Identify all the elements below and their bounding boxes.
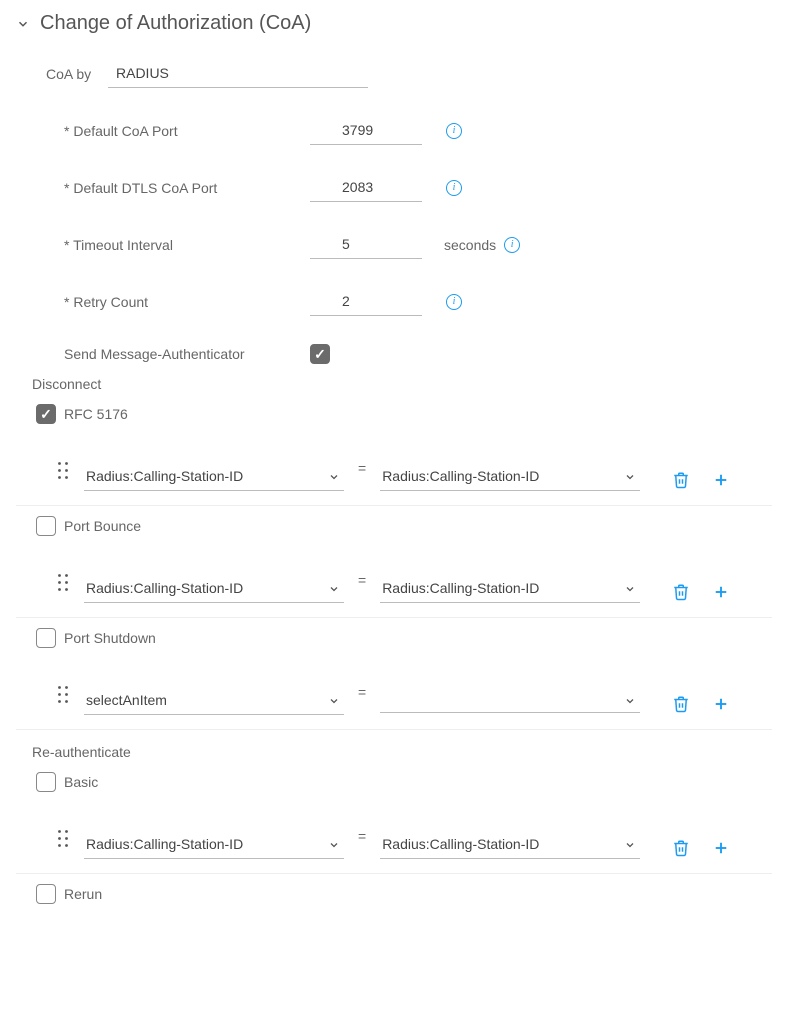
left-attribute-value: Radius:Calling-Station-ID <box>86 836 243 852</box>
chevron-down-icon <box>624 582 636 594</box>
section-header[interactable]: Change of Authorization (CoA) <box>16 12 772 35</box>
rfc5176-label: RFC 5176 <box>64 406 128 422</box>
rfc5176-checkbox[interactable] <box>36 404 56 424</box>
delete-button[interactable] <box>672 839 690 857</box>
equals-label: = <box>358 460 366 476</box>
info-icon[interactable]: i <box>446 180 462 196</box>
default-coa-port-row: * Default CoA Port i <box>16 116 772 145</box>
drag-handle-icon[interactable] <box>56 684 70 702</box>
right-attribute-value: Radius:Calling-Station-ID <box>382 836 539 852</box>
rerun-row: Rerun <box>16 884 772 904</box>
left-attribute-select[interactable]: selectAnItem <box>84 692 344 715</box>
port-bounce-label: Port Bounce <box>64 518 141 534</box>
retry-count-row: * Retry Count i <box>16 287 772 316</box>
disconnect-header: Disconnect <box>32 376 772 392</box>
add-button[interactable] <box>712 839 730 857</box>
equals-label: = <box>358 572 366 588</box>
default-coa-port-input[interactable] <box>310 116 422 145</box>
attribute-row: Radius:Calling-Station-ID = Radius:Calli… <box>16 434 772 506</box>
port-shutdown-checkbox[interactable] <box>36 628 56 648</box>
add-button[interactable] <box>712 583 730 601</box>
equals-label: = <box>358 828 366 844</box>
reauth-header: Re-authenticate <box>32 744 772 760</box>
chevron-down-icon <box>624 838 636 850</box>
send-msg-auth-checkbox[interactable] <box>310 344 330 364</box>
chevron-down-icon <box>16 17 30 31</box>
section-title: Change of Authorization (CoA) <box>40 12 311 35</box>
retry-count-input[interactable] <box>310 287 422 316</box>
delete-button[interactable] <box>672 695 690 713</box>
info-icon[interactable]: i <box>504 237 520 253</box>
right-attribute-select[interactable]: Radius:Calling-Station-ID <box>380 580 640 603</box>
equals-label: = <box>358 684 366 700</box>
port-shutdown-row: Port Shutdown <box>16 628 772 648</box>
delete-button[interactable] <box>672 583 690 601</box>
attribute-row: Radius:Calling-Station-ID = Radius:Calli… <box>16 546 772 618</box>
add-button[interactable] <box>712 695 730 713</box>
drag-handle-icon[interactable] <box>56 572 70 590</box>
coa-by-row: CoA by <box>16 59 772 88</box>
timeout-interval-row: * Timeout Interval seconds i <box>16 230 772 259</box>
chevron-down-icon <box>328 694 340 706</box>
right-attribute-value: Radius:Calling-Station-ID <box>382 468 539 484</box>
attribute-row: selectAnItem = <box>16 658 772 730</box>
info-icon[interactable]: i <box>446 123 462 139</box>
timeout-interval-label: * Timeout Interval <box>64 237 310 253</box>
right-attribute-value: Radius:Calling-Station-ID <box>382 580 539 596</box>
timeout-interval-input[interactable] <box>310 230 422 259</box>
chevron-down-icon <box>624 694 636 706</box>
send-msg-auth-label: Send Message-Authenticator <box>64 346 310 362</box>
info-icon[interactable]: i <box>446 294 462 310</box>
port-bounce-row: Port Bounce <box>16 516 772 536</box>
rerun-checkbox[interactable] <box>36 884 56 904</box>
chevron-down-icon <box>328 838 340 850</box>
drag-handle-icon[interactable] <box>56 460 70 478</box>
timeout-unit: seconds <box>444 237 496 253</box>
add-button[interactable] <box>712 471 730 489</box>
default-coa-port-label: * Default CoA Port <box>64 123 310 139</box>
left-attribute-value: selectAnItem <box>86 692 167 708</box>
rfc5176-row: RFC 5176 <box>16 404 772 424</box>
delete-button[interactable] <box>672 471 690 489</box>
drag-handle-icon[interactable] <box>56 828 70 846</box>
rerun-label: Rerun <box>64 886 102 902</box>
right-attribute-select[interactable]: Radius:Calling-Station-ID <box>380 836 640 859</box>
send-msg-auth-row: Send Message-Authenticator <box>16 344 772 364</box>
chevron-down-icon <box>328 470 340 482</box>
coa-by-label: CoA by <box>46 66 108 82</box>
left-attribute-value: Radius:Calling-Station-ID <box>86 580 243 596</box>
right-attribute-select[interactable]: Radius:Calling-Station-ID <box>380 468 640 491</box>
left-attribute-select[interactable]: Radius:Calling-Station-ID <box>84 580 344 603</box>
chevron-down-icon <box>328 582 340 594</box>
port-shutdown-label: Port Shutdown <box>64 630 156 646</box>
right-attribute-select[interactable] <box>380 694 640 713</box>
attribute-row: Radius:Calling-Station-ID = Radius:Calli… <box>16 802 772 874</box>
default-dtls-port-label: * Default DTLS CoA Port <box>64 180 310 196</box>
port-bounce-checkbox[interactable] <box>36 516 56 536</box>
basic-row: Basic <box>16 772 772 792</box>
basic-label: Basic <box>64 774 98 790</box>
default-dtls-port-row: * Default DTLS CoA Port i <box>16 173 772 202</box>
chevron-down-icon <box>624 470 636 482</box>
default-dtls-port-input[interactable] <box>310 173 422 202</box>
coa-by-input[interactable] <box>108 59 368 88</box>
retry-count-label: * Retry Count <box>64 294 310 310</box>
basic-checkbox[interactable] <box>36 772 56 792</box>
left-attribute-select[interactable]: Radius:Calling-Station-ID <box>84 468 344 491</box>
left-attribute-value: Radius:Calling-Station-ID <box>86 468 243 484</box>
left-attribute-select[interactable]: Radius:Calling-Station-ID <box>84 836 344 859</box>
